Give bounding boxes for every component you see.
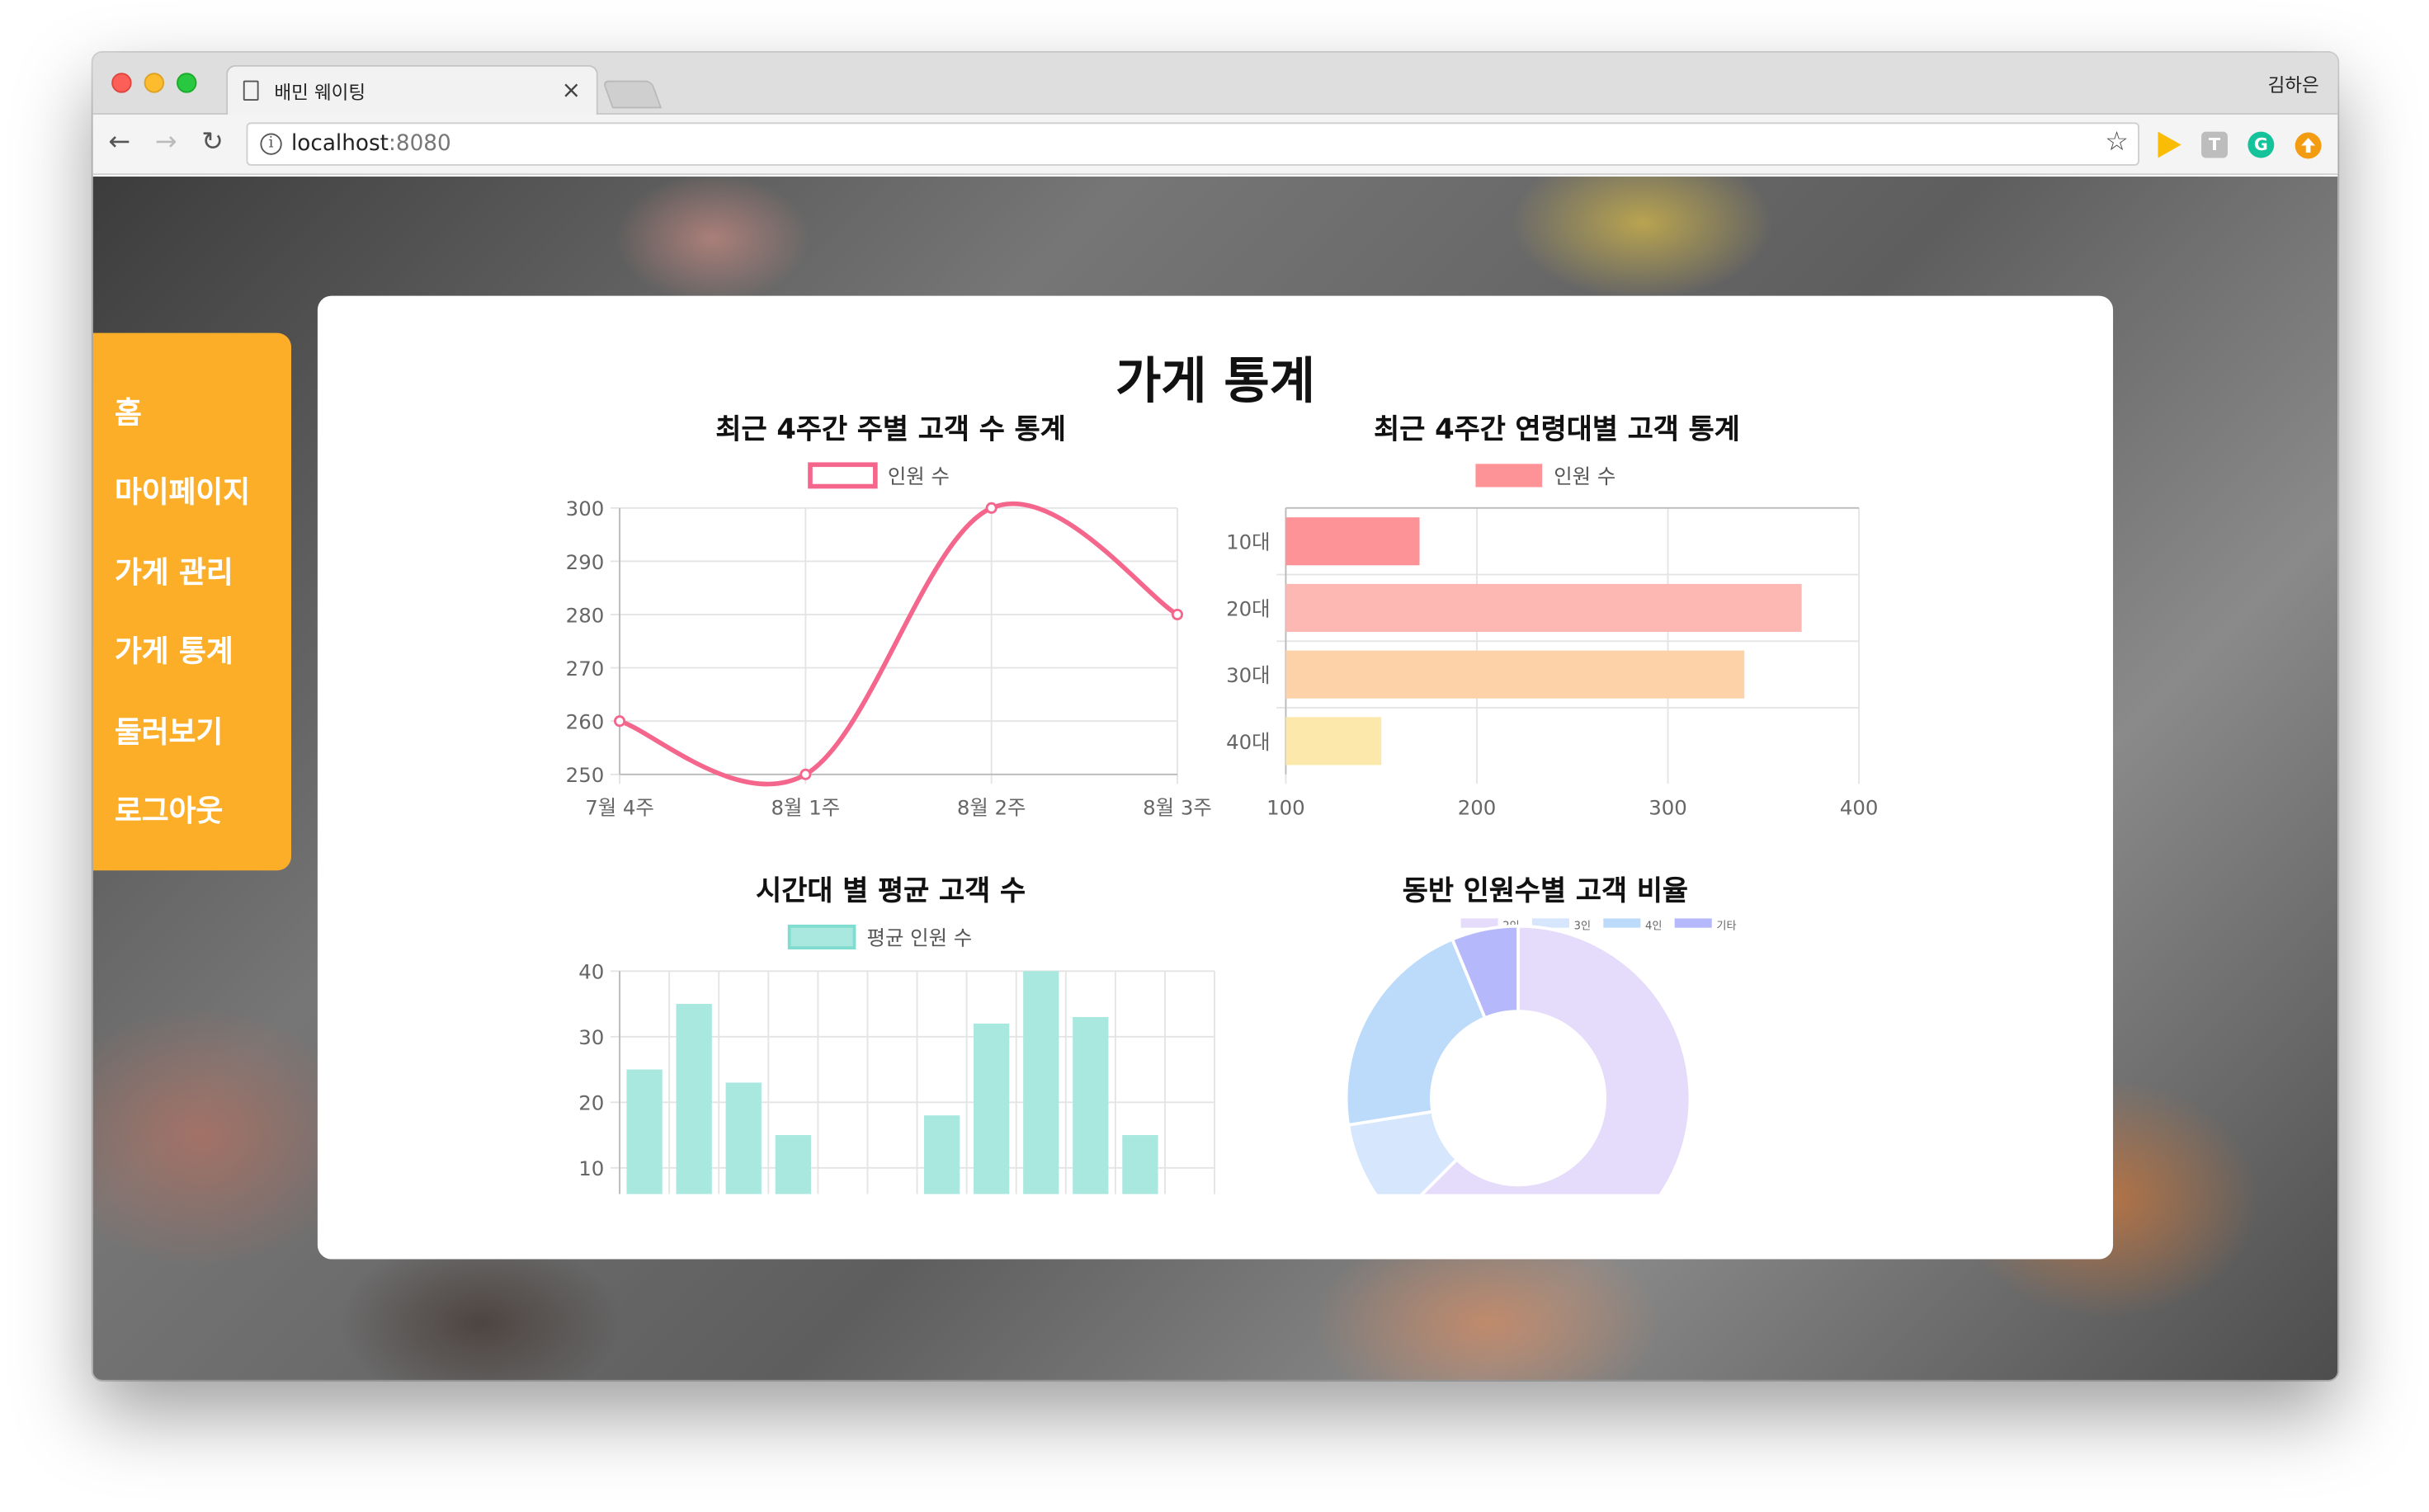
data-point	[1171, 608, 1184, 621]
bookmark-star-icon[interactable]: ☆	[2105, 127, 2129, 158]
x-tick-label: 8월 1주	[771, 796, 841, 820]
bar	[1285, 717, 1382, 765]
x-tick-label: 8월 3주	[1143, 796, 1212, 820]
sidebar-item-store-manage[interactable]: 가게 관리	[115, 550, 233, 592]
play-extension-icon[interactable]	[2155, 130, 2183, 160]
legend-label: 인원 수	[888, 464, 950, 488]
party-chart-title: 동반 인원수별 고객 비율	[1402, 874, 1689, 908]
bar	[775, 1135, 811, 1194]
y-tick-label: 30	[578, 1025, 604, 1049]
y-tick-label: 40대	[1226, 730, 1270, 754]
data-point	[799, 768, 812, 780]
legend-label: 기타	[1716, 920, 1736, 933]
tab-bar: 배민 웨이팅 × 김하은	[92, 52, 2338, 115]
age-group-chart: 최근 4주간 연령대별 고객 통계 인원 수 100 200 300 400 10대 20대…	[1224, 407, 1889, 826]
bar	[1285, 650, 1745, 699]
y-tick-label: 270	[566, 657, 605, 681]
weekly-line-svg: 인원 수 250 260 270 280 290 300 7월 4주 8월 1주 8월 2주 8월 …	[566, 462, 1212, 820]
y-tick-label: 10대	[1226, 530, 1270, 554]
x-tick-label: 7월 4주	[585, 796, 654, 820]
bar	[1073, 1016, 1109, 1194]
close-window-button[interactable]	[111, 73, 132, 93]
address-bar[interactable]: i localhost:8080 ☆	[246, 122, 2139, 166]
upload-extension-icon[interactable]	[2295, 132, 2323, 160]
url-text[interactable]: localhost:8080	[291, 132, 451, 157]
legend-label: 인원 수	[1554, 464, 1615, 488]
legend-swatch	[1674, 918, 1712, 928]
url-port: :8080	[388, 131, 451, 157]
page-title: 가게 통계	[1115, 351, 1315, 411]
bar	[1122, 1135, 1158, 1194]
legend-swatch	[808, 462, 878, 489]
legend-swatch	[1603, 918, 1641, 928]
grammarly-extension-icon[interactable]: G	[2247, 131, 2275, 158]
back-icon[interactable]: ←	[108, 127, 130, 158]
forward-icon[interactable]: →	[155, 127, 177, 158]
age-bar-svg: 인원 수 100 200 300 400 10대 20대 30대 40대	[1226, 464, 1879, 820]
browser-toolbar: ← → ↻ i localhost:8080 ☆ T G	[92, 114, 2338, 176]
info-icon[interactable]: i	[260, 133, 282, 155]
profile-name[interactable]: 김하은	[2268, 71, 2319, 97]
t-extension-icon[interactable]: T	[2201, 131, 2228, 158]
legend-label: 3인	[1574, 920, 1591, 933]
hourly-bar-svg: 평균 인원 수 10 20 30 40	[578, 924, 1215, 1194]
data-point	[985, 502, 998, 514]
browser-window: 배민 웨이팅 × 김하은 ← → ↻ i localhost:8080 ☆ T …	[92, 52, 2338, 1380]
bar	[974, 1023, 1010, 1194]
y-tick-label: 300	[566, 497, 605, 520]
browser-tab[interactable]: 배민 웨이팅 ×	[226, 64, 598, 115]
sidebar-item-store-stats[interactable]: 가게 통계	[115, 629, 233, 671]
x-tick-label: 200	[1458, 796, 1497, 820]
series-line	[619, 501, 1179, 787]
party-donut-svg: 2인3인4인기타	[1344, 918, 1737, 1194]
data-point	[613, 715, 626, 728]
url-host: localhost	[290, 131, 389, 157]
x-tick-label: 100	[1266, 796, 1305, 820]
y-tick-label: 280	[566, 603, 605, 627]
legend-swatch	[1460, 918, 1498, 928]
x-tick-label: 300	[1648, 796, 1687, 820]
legend-swatch	[1475, 464, 1543, 488]
page-viewport: 홈 마이페이지 가게 관리 가게 통계 둘러보기 로그아웃 가게 통계 최근 4…	[92, 177, 2338, 1380]
y-tick-label: 20	[578, 1091, 604, 1115]
y-tick-label: 290	[566, 550, 605, 574]
bar	[626, 1069, 663, 1194]
y-tick-label: 30대	[1226, 663, 1270, 687]
sidebar-item-browse[interactable]: 둘러보기	[115, 709, 223, 751]
y-tick-label: 20대	[1226, 596, 1270, 620]
stats-card: 가게 통계 최근 4주간 주별 고객 수 통계 인원 수 250 260 270 280…	[317, 295, 2114, 1260]
minimize-window-button[interactable]	[144, 73, 165, 93]
bar	[1285, 517, 1420, 566]
bar	[725, 1082, 762, 1194]
legend-label: 평균 인원 수	[867, 926, 973, 949]
tab-close-icon[interactable]: ×	[561, 76, 581, 104]
age-chart-title: 최근 4주간 연령대별 고객 통계	[1374, 413, 1740, 446]
bar	[923, 1115, 960, 1194]
x-tick-label: 400	[1840, 796, 1879, 820]
page-icon	[243, 80, 259, 101]
sidebar-item-home[interactable]: 홈	[115, 390, 142, 432]
sidebar-item-mypage[interactable]: 마이페이지	[115, 469, 250, 511]
legend-label: 4인	[1645, 920, 1662, 933]
y-tick-label: 40	[578, 960, 604, 984]
new-tab-button[interactable]	[601, 80, 663, 109]
bar	[1023, 971, 1059, 1194]
hourly-chart-title: 시간대 별 평균 고객 수	[756, 874, 1026, 908]
weekly-chart-title: 최근 4주간 주별 고객 수 통계	[715, 413, 1066, 446]
sidebar: 홈 마이페이지 가게 관리 가게 통계 둘러보기 로그아웃	[92, 332, 291, 871]
reload-icon[interactable]: ↻	[201, 127, 224, 158]
y-tick-label: 250	[566, 763, 605, 787]
y-tick-label: 260	[566, 710, 605, 734]
legend-swatch	[787, 924, 856, 949]
bar	[676, 1004, 712, 1194]
party-size-chart: 동반 인원수별 고객 비율 2인3인4인기타	[1262, 869, 1828, 1194]
tab-title: 배민 웨이팅	[274, 82, 366, 104]
weekly-customer-chart: 최근 4주간 주별 고객 수 통계 인원 수 250 260 270 280 290 300…	[558, 407, 1224, 826]
y-tick-label: 10	[578, 1156, 604, 1180]
x-tick-label: 8월 2주	[957, 796, 1026, 820]
bar	[1285, 583, 1802, 633]
sidebar-item-logout[interactable]: 로그아웃	[115, 789, 223, 831]
maximize-window-button[interactable]	[177, 73, 197, 93]
hourly-average-chart: 시간대 별 평균 고객 수 평균 인원 수 10 20 30 40	[558, 869, 1224, 1194]
